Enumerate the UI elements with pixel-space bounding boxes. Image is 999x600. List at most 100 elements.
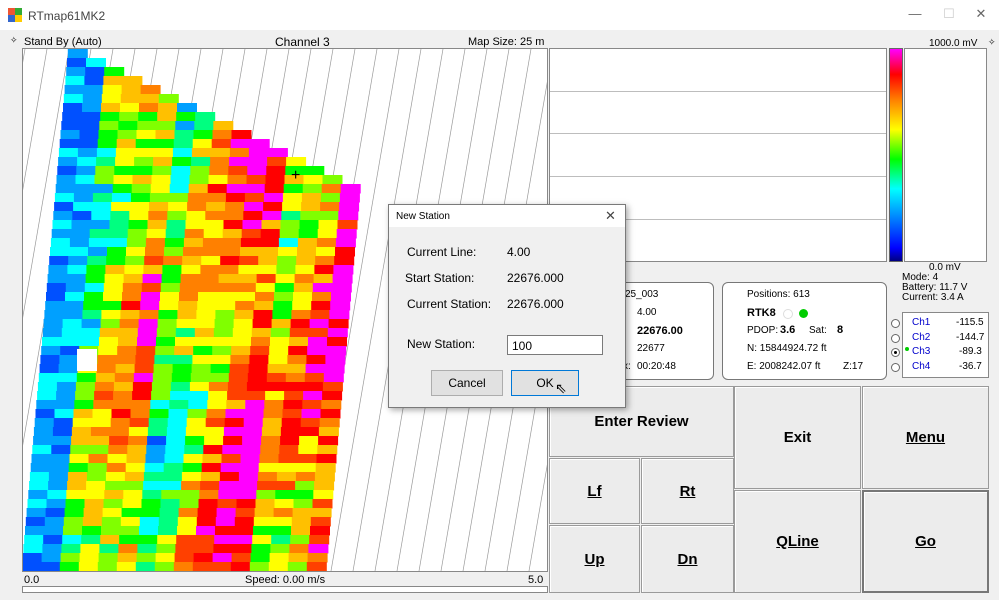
close-button[interactable]: ✕	[966, 6, 996, 24]
heatmap-cell	[122, 292, 142, 302]
current-label: Current: 3.4 A	[902, 292, 964, 303]
ok-button[interactable]: OK	[511, 370, 579, 396]
heatmap-cell	[148, 418, 169, 428]
cancel-button[interactable]: Cancel	[431, 370, 503, 396]
heatmap-cell	[229, 364, 250, 374]
ch1-radio[interactable]	[891, 319, 900, 328]
heatmap-cell	[240, 238, 261, 248]
right-button[interactable]: Rt	[641, 458, 734, 524]
go-button[interactable]: Go	[862, 490, 989, 593]
up-button[interactable]: Up	[549, 525, 640, 593]
dialog-close-icon[interactable]: ✕	[605, 208, 616, 224]
heatmap-cell	[270, 337, 290, 347]
active-channel-icon	[905, 347, 909, 351]
new-station-input[interactable]: 100	[507, 335, 603, 355]
heatmap-cell	[130, 202, 151, 212]
heatmap-cell	[199, 274, 220, 284]
current-station-label: Current Station:	[407, 297, 492, 311]
heatmap-cell	[77, 148, 98, 158]
heatmap-cell	[250, 346, 271, 356]
heatmap-cell	[141, 499, 162, 509]
heatmap-cell	[101, 310, 122, 320]
heatmap-cell	[137, 337, 157, 347]
heatmap-cell	[328, 319, 349, 329]
heatmap-cell	[230, 562, 251, 571]
gps-panel: Positions: 613 RTK8 PDOP: 3.6 Sat: 8 N: …	[722, 282, 887, 380]
heatmap-cell	[293, 283, 314, 293]
heatmap-cell	[259, 247, 279, 257]
heatmap-cell	[135, 139, 156, 149]
app-icon	[8, 8, 22, 22]
heatmap-cell	[212, 553, 233, 563]
heatmap-cell	[206, 193, 227, 203]
sat-label: Sat:	[809, 325, 827, 336]
heatmap-cell	[262, 418, 283, 428]
heatmap-cell	[197, 508, 218, 518]
heatmap-cell	[58, 364, 79, 374]
heatmap-cell	[101, 103, 121, 113]
heatmap-cell	[80, 544, 101, 554]
heatmap-cell	[96, 157, 117, 167]
down-button[interactable]: Dn	[641, 525, 734, 593]
heatmap-cell	[184, 229, 205, 239]
heatmap-cell	[168, 193, 189, 203]
menu-button[interactable]: Menu	[862, 386, 989, 489]
ch3-value: -89.3	[959, 346, 982, 357]
heatmap-cell	[109, 220, 130, 230]
map-scrollbar[interactable]	[22, 586, 548, 593]
heatmap-cell	[122, 76, 143, 86]
heatmap-cell	[301, 202, 322, 212]
heatmap-cell	[128, 436, 149, 446]
heatmap-cell	[98, 553, 119, 563]
heatmap-cell	[184, 445, 205, 455]
heatmap-cell	[298, 229, 319, 239]
heatmap-cell	[313, 490, 334, 500]
heatmap-cell	[304, 373, 325, 383]
heatmap-cell	[104, 490, 125, 500]
heatmap-cell	[198, 283, 219, 293]
ch2-name: Ch2	[912, 332, 931, 343]
heatmap-cell	[209, 166, 230, 176]
heatmap-cell	[89, 229, 110, 239]
maximize-button[interactable]: ☐	[934, 6, 964, 24]
heatmap-cell	[56, 391, 77, 401]
heatmap-cell	[205, 418, 226, 428]
heatmap-cell	[131, 184, 152, 194]
minimize-button[interactable]: —	[900, 6, 930, 24]
heatmap-cell	[271, 319, 292, 329]
heatmap-cell	[236, 499, 257, 509]
heatmap-cell	[210, 364, 231, 374]
heatmap-cell	[177, 103, 197, 113]
heatmap-cell	[324, 364, 345, 374]
qline-button[interactable]: QLine	[734, 490, 861, 593]
left-button[interactable]: Lf	[549, 458, 640, 524]
heatmap-cell	[143, 472, 164, 482]
ch3-radio[interactable]	[891, 348, 900, 357]
ch4-radio[interactable]	[891, 363, 900, 372]
heatmap-cell	[118, 544, 139, 554]
heatmap-cell	[242, 427, 263, 437]
exit-button[interactable]: Exit	[734, 386, 861, 489]
heatmap-cell	[29, 472, 50, 482]
heatmap-cell	[229, 157, 250, 167]
heatmap-cell	[175, 544, 196, 554]
ch2-radio[interactable]	[891, 334, 900, 343]
heatmap-cell	[110, 211, 131, 221]
heatmap-cell	[71, 220, 92, 230]
heatmap-cell	[111, 202, 132, 212]
heatmap-cell	[59, 355, 80, 365]
heatmap-cell	[56, 382, 77, 392]
heatmap-cell	[270, 544, 291, 554]
heatmap-cell	[153, 148, 174, 158]
heatmap-cell	[162, 472, 183, 482]
heatmap-cell	[137, 544, 158, 554]
heatmap-cell	[94, 175, 115, 185]
pdop-value: 3.6	[780, 324, 796, 336]
heatmap-cell	[303, 391, 324, 401]
heatmap-cell	[247, 373, 268, 383]
heatmap-cell	[339, 202, 360, 212]
heatmap-cell	[119, 112, 140, 122]
heatmap-cell	[112, 400, 133, 410]
zone-label: Z:17	[843, 361, 864, 372]
heatmap-cell	[85, 67, 106, 77]
